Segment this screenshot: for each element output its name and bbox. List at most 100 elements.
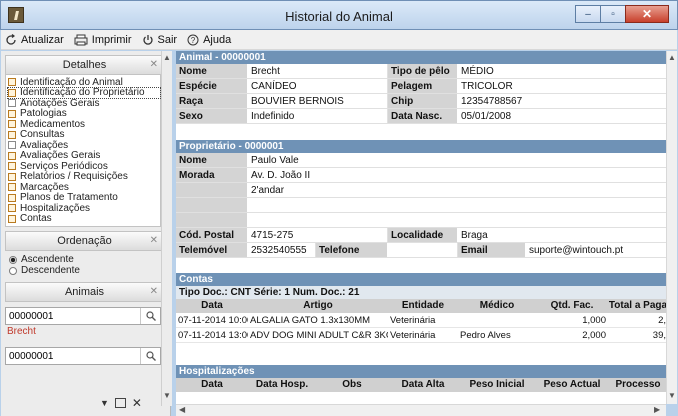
power-icon — [142, 34, 153, 45]
detail-checkbox[interactable] — [8, 151, 16, 160]
help-menu-item[interactable]: ? Ajuda — [187, 34, 231, 46]
detail-checkbox[interactable] — [8, 99, 16, 108]
detail-option[interactable]: Planos de Tratamento — [8, 192, 160, 203]
column-header: Obs — [342, 379, 362, 390]
content-horizontal-scrollbar[interactable]: ◀ ▶ — [176, 404, 666, 416]
detail-option[interactable]: Avaliações — [8, 140, 160, 151]
owner-row — [176, 198, 668, 213]
detail-checkbox[interactable] — [8, 88, 16, 97]
value-chip: 12354788567 — [458, 94, 668, 108]
detail-option[interactable]: Anotações Gerais — [8, 98, 160, 109]
radio-descending[interactable]: Descendente — [9, 265, 157, 276]
detail-checkbox[interactable] — [8, 78, 16, 87]
scroll-up-icon[interactable]: ▲ — [163, 53, 171, 62]
detail-checkbox[interactable] — [8, 204, 16, 213]
column-header: Qtd. Fac. — [550, 300, 594, 311]
scroll-left-icon[interactable]: ◀ — [179, 405, 185, 414]
detail-option[interactable]: Consultas — [8, 129, 160, 140]
table-cell: Veterinária — [390, 330, 436, 341]
radio-ascending-dot[interactable] — [9, 255, 17, 264]
detail-checkbox[interactable] — [8, 214, 16, 223]
detail-option[interactable]: Contas — [8, 213, 160, 224]
column-header: Data — [201, 300, 223, 311]
detail-option[interactable]: Identificação do Proprietário — [7, 86, 161, 99]
owner-row — [176, 213, 668, 228]
maximize-button[interactable]: ▫ — [600, 5, 626, 23]
table-cell: 07-11-2014 13:00 — [178, 330, 248, 341]
animal-search-input-2[interactable] — [6, 348, 136, 364]
radio-ascending[interactable]: Ascendente — [9, 254, 157, 265]
detail-option-label: Anotações Gerais — [20, 97, 100, 109]
animals-section-header: Animais ✕ — [5, 282, 164, 302]
close-button[interactable]: ✕ — [625, 5, 669, 23]
search-icon[interactable] — [140, 308, 160, 324]
left-panel-scrollbar[interactable]: ▲ ▼ — [161, 51, 172, 406]
radio-descending-dot[interactable] — [9, 266, 17, 275]
label-telemovel: Telemóvel — [176, 243, 248, 257]
owner-row: Cód. Postal 4715-275 Localidade Braga — [176, 228, 668, 243]
detail-checkbox[interactable] — [8, 120, 16, 129]
exit-menu-item[interactable]: Sair — [142, 34, 177, 46]
close-animals-icon[interactable]: ✕ — [150, 283, 158, 301]
detail-checkbox[interactable] — [8, 162, 16, 171]
detail-option[interactable]: Serviços Periódicos — [8, 161, 160, 172]
column-header: Data — [201, 379, 223, 390]
details-list: Identificação do Animal Identificação do … — [5, 75, 161, 227]
detail-option[interactable]: Medicamentos — [8, 119, 160, 130]
close-ordering-icon[interactable]: ✕ — [150, 232, 158, 250]
label-pelagem: Pelagem — [388, 79, 458, 93]
search-icon[interactable] — [140, 348, 160, 364]
detail-option[interactable]: Marcações — [8, 182, 160, 193]
table-cell: ALGALIA GATO 1.3x130MM — [250, 315, 371, 326]
minimize-button[interactable]: – — [575, 5, 601, 23]
label-morada: Morada — [176, 168, 248, 182]
animal-search-input-1[interactable] — [6, 308, 136, 324]
value-nome: Brecht — [248, 64, 388, 78]
detail-checkbox[interactable] — [8, 141, 16, 150]
scroll-right-icon[interactable]: ▶ — [654, 405, 660, 414]
table-cell: 2,000 — [582, 330, 606, 341]
animals-title: Animais — [64, 286, 105, 298]
label-morada-cont — [176, 183, 248, 197]
animal-row: Raça BOUVIER BERNOIS Chip 12354788567 — [176, 94, 668, 109]
column-header: Data Alta — [401, 379, 445, 390]
refresh-icon — [6, 33, 16, 45]
label-data-nasc: Data Nasc. — [388, 109, 458, 123]
close-panel-icon[interactable]: ✕ — [132, 396, 142, 410]
value-especie: CANÍDEO — [248, 79, 388, 93]
animal-name: Brecht — [7, 326, 36, 337]
hospitalizations-section-title: Hospitalizações — [176, 365, 668, 378]
refresh-menu-item[interactable]: Atualizar — [5, 34, 64, 46]
radio-descending-label: Descendente — [21, 265, 80, 276]
label-chip: Chip — [388, 94, 458, 108]
radio-ascending-label: Ascendente — [21, 254, 74, 265]
content-vertical-scrollbar[interactable]: ▲ ▼ — [666, 51, 677, 404]
detail-checkbox[interactable] — [8, 193, 16, 202]
restore-panel-icon[interactable] — [114, 398, 126, 408]
print-menu-item[interactable]: Imprimir — [74, 34, 132, 46]
details-title: Detalhes — [62, 59, 107, 71]
close-details-icon[interactable]: ✕ — [150, 56, 158, 74]
scroll-up-icon[interactable]: ▲ — [668, 53, 676, 62]
column-header: Entidade — [401, 300, 445, 311]
column-header: Peso Inicial — [469, 379, 525, 390]
table-cell: Veterinária — [390, 315, 436, 326]
detail-checkbox[interactable] — [8, 172, 16, 181]
animal-row: Espécie CANÍDEO Pelagem TRICOLOR — [176, 79, 668, 94]
scroll-down-icon[interactable]: ▼ — [163, 391, 171, 400]
detail-option[interactable]: Hospitalizações — [8, 203, 160, 214]
detail-option-label: Identificação do Animal — [20, 76, 123, 88]
detail-option-label: Marcações — [20, 181, 69, 193]
dropdown-arrow-icon[interactable]: ▼ — [100, 398, 109, 408]
detail-option[interactable]: Identificação do Animal — [8, 77, 160, 88]
column-header: Total a Paga — [608, 300, 668, 311]
detail-option[interactable]: Relatórios / Requisições — [8, 171, 160, 182]
detail-option-label: Hospitalizações — [20, 202, 91, 214]
detail-option-label: Avaliações — [20, 139, 69, 151]
detail-option[interactable]: Avaliações Gerais — [8, 150, 160, 161]
detail-checkbox[interactable] — [8, 130, 16, 139]
detail-option[interactable]: Patologias — [8, 108, 160, 119]
detail-checkbox[interactable] — [8, 183, 16, 192]
scroll-down-icon[interactable]: ▼ — [668, 391, 676, 400]
detail-checkbox[interactable] — [8, 109, 16, 118]
